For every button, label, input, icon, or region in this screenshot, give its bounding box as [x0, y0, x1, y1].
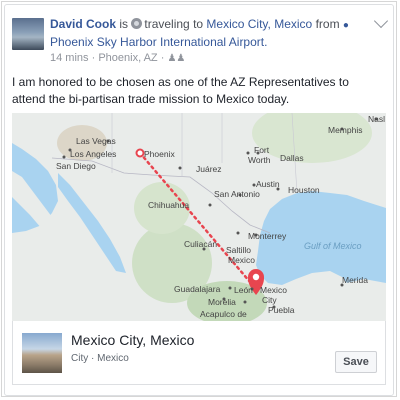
map-label: Puebla [268, 305, 295, 315]
map-svg: Las Vegas Los Angeles San Diego Phoenix … [12, 113, 386, 321]
map-label: Las Vegas [76, 136, 116, 146]
post-timestamp[interactable]: 14 mins [50, 52, 89, 64]
from-text: from [315, 17, 340, 31]
map-label: Guadalajara [174, 284, 221, 294]
place-thumbnail[interactable] [22, 333, 62, 373]
travel-icon [131, 18, 143, 29]
activity-text: traveling to [144, 17, 204, 31]
place-subtitle: City · Mexico [71, 353, 129, 364]
map-label: Nasl [368, 114, 385, 124]
map-preview[interactable]: Las Vegas Los Angeles San Diego Phoenix … [12, 113, 386, 321]
place-attachment[interactable]: Mexico City, Mexico City · Mexico Save [12, 321, 386, 385]
avatar[interactable] [12, 18, 44, 50]
place-title[interactable]: Mexico City, Mexico [71, 332, 194, 348]
map-label: San Diego [56, 161, 96, 171]
map-label: Houston [288, 185, 320, 195]
map-label: Morelia [208, 297, 236, 307]
map-label: Worth [248, 155, 271, 165]
map-label: San Antonio [214, 189, 260, 199]
map-label: Los Angeles [70, 149, 116, 159]
meta-separator: · [160, 52, 165, 64]
post-message: I am honored to be chosen as one of the … [12, 75, 349, 106]
is-text: is [119, 17, 129, 31]
map-label: Chihuahua [148, 200, 189, 210]
map-label: City [262, 295, 277, 305]
map-label: Dallas [280, 153, 304, 163]
map-label: Austin [256, 179, 280, 189]
post-meta: 14 mins · Phoenix, AZ · ♟♟ [50, 51, 185, 66]
origin-link[interactable]: Phoenix Sky Harbor International Airport… [50, 35, 267, 49]
meta-separator: · [91, 52, 96, 64]
map-label: Phoenix [144, 149, 175, 159]
post-location[interactable]: Phoenix, AZ [98, 52, 157, 64]
map-label: Mexico [228, 255, 255, 265]
map-label: Merida [342, 275, 368, 285]
map-label: Monterrey [248, 231, 287, 241]
map-label: Fort [254, 145, 270, 155]
map-label: Mexico [260, 285, 287, 295]
destination-link[interactable]: Mexico City, Mexico [206, 17, 312, 31]
location-pin-icon: ● [342, 20, 349, 31]
people-icon[interactable]: ♟♟ [167, 52, 185, 66]
map-label: Culiacán [184, 239, 217, 249]
map-label-water: Gulf of Mexico [304, 241, 362, 251]
map-label: Saltillo [226, 245, 251, 255]
map-label: Juárez [196, 164, 222, 174]
map-label: León [234, 285, 253, 295]
map-label: Acapulco de [200, 309, 247, 319]
map-label: Memphis [328, 125, 362, 135]
author-name-link[interactable]: David Cook [50, 17, 116, 31]
save-button[interactable]: Save [335, 351, 377, 373]
origin-marker [135, 148, 145, 158]
post-header: David Cook is traveling to Mexico City, … [50, 16, 370, 50]
